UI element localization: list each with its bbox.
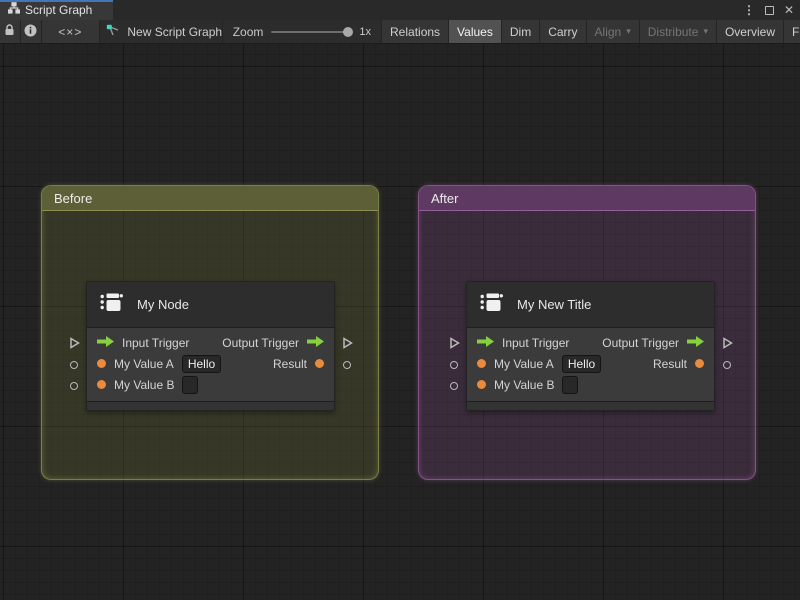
port-row-value-b: My Value B [87,374,334,395]
tab-bar: Script Graph ⋮ ✕ [0,0,800,20]
value-b-label: My Value B [494,377,555,392]
node-title: My Node [137,297,190,312]
close-icon[interactable]: ✕ [784,4,794,16]
group-before-title: Before [54,190,93,206]
kebab-menu-icon[interactable]: ⋮ [743,4,755,16]
new-script-graph-button[interactable]: New Script Graph [106,20,223,43]
node-title: My New Title [517,297,592,312]
node-header[interactable]: My Node [87,282,334,328]
code-view-toggle[interactable]: <×> [41,20,101,43]
input-trigger-label: Input Trigger [122,335,190,350]
flow-input-port[interactable] [448,337,460,349]
overview-button[interactable]: Overview [716,20,784,43]
window-controls: ⋮ ✕ [743,0,800,20]
group-after-header[interactable]: After [419,186,755,211]
fullscreen-button[interactable]: Full Scr [783,20,800,43]
chevron-down-icon: ▾ [626,26,631,36]
port-row-value-a: My Value A Hello Result [87,353,334,374]
result-label: Result [272,356,307,371]
tab-label: Script Graph [25,3,93,17]
node-footer [87,401,334,410]
unit-icon [99,289,125,320]
distribute-label: Distribute [647,24,699,39]
align-dropdown[interactable]: Align ▾ [586,20,640,43]
code-view-icon: <×> [58,24,83,39]
node-body: Input Trigger Output Trigger My Value A … [467,328,714,395]
maximize-icon[interactable] [764,5,774,15]
value-a-input[interactable]: Hello [181,354,222,373]
dim-button[interactable]: Dim [501,20,541,43]
chevron-down-icon: ▾ [703,26,708,36]
info-button[interactable] [20,20,42,43]
zoom-slider[interactable] [271,26,354,37]
node-footer [467,401,714,410]
script-graph-icon [8,1,21,19]
value-dot-icon [695,359,704,368]
value-b-input[interactable] [182,375,199,394]
output-trigger-label: Output Trigger [222,335,299,350]
value-dot-icon [477,359,486,368]
value-a-label: My Value A [114,356,174,371]
flow-output-port[interactable] [721,337,733,349]
values-button[interactable]: Values [449,20,502,43]
value-b-label: My Value B [114,377,175,392]
port-row-triggers: Input Trigger Output Trigger [467,332,714,353]
align-label: Align [594,24,622,39]
node-my-node[interactable]: My Node Input Trigger Output Trigger My … [69,281,353,411]
group-after-title: After [431,190,459,206]
value-dot-icon [315,359,324,368]
active-tab-indicator [0,0,113,2]
value-input-port-a[interactable] [448,359,460,371]
value-dot-icon [477,380,486,389]
port-row-value-b: My Value B [467,374,714,395]
graph-asset-icon [106,24,120,40]
unit-icon [479,289,505,320]
value-input-port-b[interactable] [68,380,80,392]
value-a-label: My Value A [494,356,554,371]
new-script-graph-label: New Script Graph [127,24,223,39]
value-input-port-a[interactable] [68,359,80,371]
graph-canvas[interactable]: Before After My Node Input Trigger Outpu… [0,44,800,600]
node-my-new-title[interactable]: My New Title Input Trigger Output Trigge… [449,281,733,411]
distribute-dropdown[interactable]: Distribute ▾ [639,20,717,43]
output-trigger-label: Output Trigger [602,335,679,350]
lock-button[interactable] [0,20,21,43]
flow-arrow-icon [477,335,494,350]
port-row-value-a: My Value A Hello Result [467,353,714,374]
group-before-header[interactable]: Before [42,186,378,211]
zoom-value: 1x [359,25,372,38]
carry-button[interactable]: Carry [540,20,587,43]
script-graph-window: Script Graph ⋮ ✕ <×> New Script Graph Zo… [0,0,800,600]
zoom-label: Zoom [232,24,264,39]
flow-input-port[interactable] [68,337,80,349]
zoom-slider-handle[interactable] [343,26,354,37]
graph-toolbar: <×> New Script Graph Zoom 1x Relations V… [0,20,800,44]
input-trigger-label: Input Trigger [502,335,570,350]
value-b-input[interactable] [562,375,579,394]
flow-arrow-icon [687,335,704,350]
relations-button[interactable]: Relations [382,20,450,43]
lock-icon [4,24,15,39]
tab-script-graph[interactable]: Script Graph [0,0,113,20]
flow-arrow-icon [307,335,324,350]
flow-arrow-icon [97,335,114,350]
value-output-port[interactable] [341,359,353,371]
flow-output-port[interactable] [341,337,353,349]
info-icon [24,24,37,40]
node-body: Input Trigger Output Trigger My Value A … [87,328,334,395]
value-a-input[interactable]: Hello [561,354,602,373]
value-input-port-b[interactable] [448,380,460,392]
result-label: Result [652,356,687,371]
zoom-control: Zoom 1x [222,20,383,43]
node-header[interactable]: My New Title [467,282,714,328]
value-dot-icon [97,359,106,368]
value-output-port[interactable] [721,359,733,371]
value-dot-icon [97,380,106,389]
port-row-triggers: Input Trigger Output Trigger [87,332,334,353]
